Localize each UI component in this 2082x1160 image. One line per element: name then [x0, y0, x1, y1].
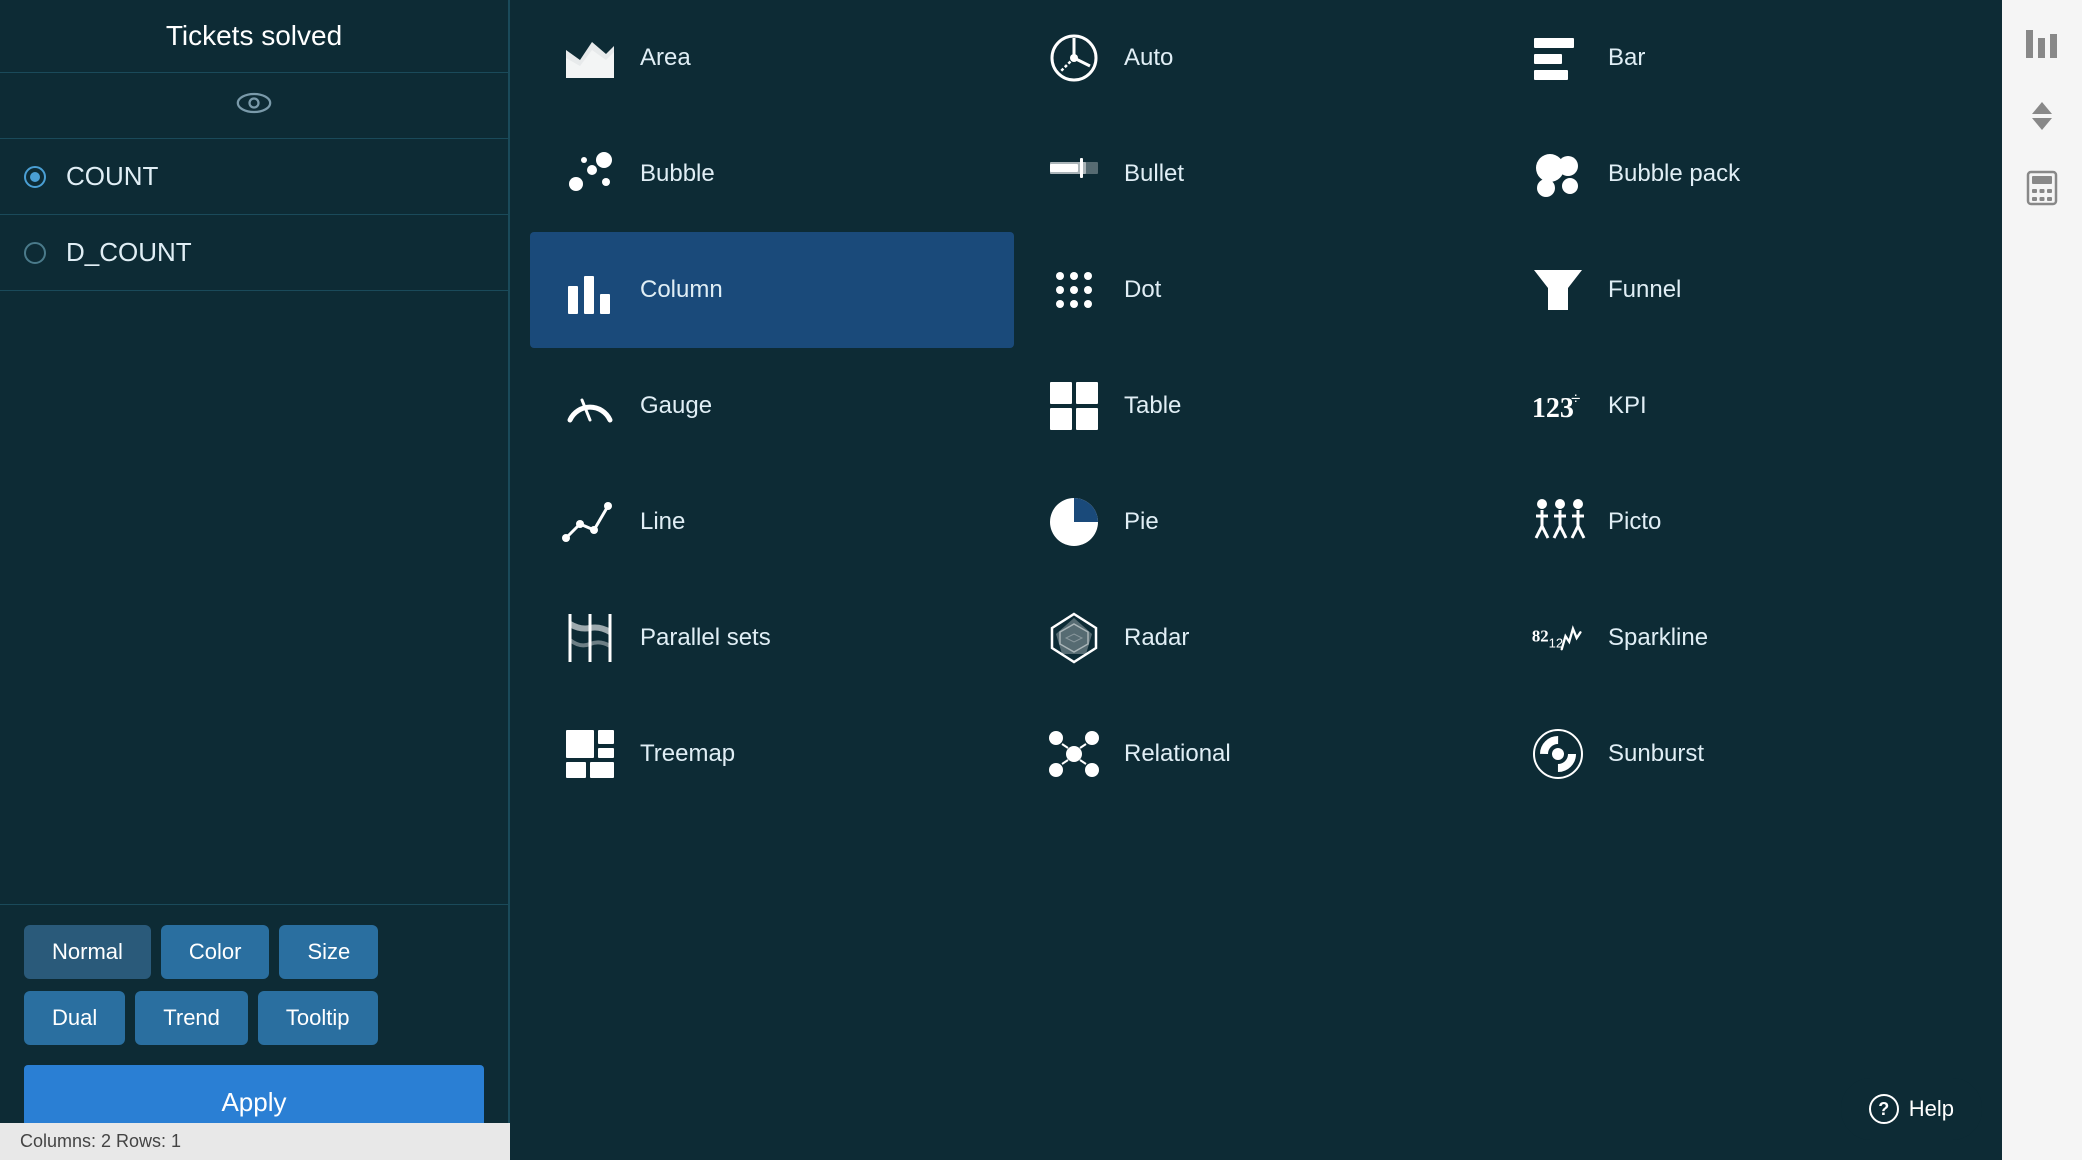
panel-title: Tickets solved	[0, 0, 508, 73]
bubble-label: Bubble	[640, 160, 715, 188]
funnel-label: Funnel	[1608, 276, 1681, 304]
svg-text:123: 123	[1532, 393, 1574, 424]
chart-type-relational[interactable]: Relational	[1014, 696, 1498, 812]
kpi-icon: 123÷	[1528, 376, 1588, 436]
chart-type-gauge[interactable]: Gauge	[530, 348, 1014, 464]
bar-chart-icon[interactable]	[2018, 20, 2066, 68]
trend-button[interactable]: Trend	[135, 991, 248, 1045]
parallel-sets-icon	[560, 608, 620, 668]
gauge-icon	[560, 376, 620, 436]
funnel-icon	[1528, 260, 1588, 320]
dot-icon	[1044, 260, 1104, 320]
help-label: Help	[1909, 1096, 1954, 1122]
metric-dcount-label: D_COUNT	[66, 237, 192, 268]
chart-type-sparkline[interactable]: 8212 Sparkline	[1498, 580, 1982, 696]
chart-type-funnel[interactable]: Funnel	[1498, 232, 1982, 348]
color-button[interactable]: Color	[161, 925, 270, 979]
pie-icon	[1044, 492, 1104, 552]
radar-label: Radar	[1124, 624, 1189, 652]
kpi-label: KPI	[1608, 392, 1647, 420]
chart-type-bubble-pack[interactable]: Bubble pack	[1498, 116, 1982, 232]
chart-type-line[interactable]: Line	[530, 464, 1014, 580]
svg-text:÷: ÷	[1571, 389, 1580, 408]
status-text: Columns: 2 Rows: 1	[20, 1131, 181, 1151]
column-label: Column	[640, 276, 723, 304]
sparkline-label: Sparkline	[1608, 624, 1708, 652]
bar-icon	[1528, 28, 1588, 88]
right-panel	[2002, 0, 2082, 1160]
sparkline-icon: 8212	[1528, 608, 1588, 668]
relational-label: Relational	[1124, 740, 1231, 768]
metric-dcount-row[interactable]: D_COUNT	[0, 215, 508, 291]
bubble-icon	[560, 144, 620, 204]
calculator-icon[interactable]	[2018, 164, 2066, 212]
buttons-row-1: Normal Color Size	[24, 925, 484, 979]
bar-label: Bar	[1608, 44, 1645, 72]
chart-grid: Area Auto Bar Bubble Bullet Bubble pack Column…	[530, 0, 1982, 812]
dual-button[interactable]: Dual	[24, 991, 125, 1045]
chart-type-table[interactable]: Table	[1014, 348, 1498, 464]
metric-count-row[interactable]: COUNT	[0, 139, 508, 215]
sunburst-label: Sunburst	[1608, 740, 1704, 768]
chart-type-auto[interactable]: Auto	[1014, 0, 1498, 116]
pie-label: Pie	[1124, 508, 1159, 536]
metric-dcount-radio	[24, 242, 46, 264]
eye-icon	[236, 91, 272, 120]
sunburst-icon	[1528, 724, 1588, 784]
chart-type-column[interactable]: Column	[530, 232, 1014, 348]
treemap-icon	[560, 724, 620, 784]
chart-type-bullet[interactable]: Bullet	[1014, 116, 1498, 232]
chart-type-bubble[interactable]: Bubble	[530, 116, 1014, 232]
bubble-pack-icon	[1528, 144, 1588, 204]
left-panel: Tickets solved COUNT D_COUNT Normal Colo…	[0, 0, 510, 1160]
bullet-label: Bullet	[1124, 160, 1184, 188]
buttons-row-2: Dual Trend Tooltip	[24, 991, 484, 1045]
tooltip-button[interactable]: Tooltip	[258, 991, 378, 1045]
eye-row	[0, 73, 508, 139]
chart-type-dot[interactable]: Dot	[1014, 232, 1498, 348]
help-button[interactable]: ? Help	[1841, 1078, 1982, 1140]
chart-type-radar[interactable]: Radar	[1014, 580, 1498, 696]
metric-count-radio	[24, 166, 46, 188]
chart-type-parallel-sets[interactable]: Parallel sets	[530, 580, 1014, 696]
parallel-sets-label: Parallel sets	[640, 624, 771, 652]
chart-type-picto[interactable]: Picto	[1498, 464, 1982, 580]
chart-type-kpi[interactable]: 123÷ KPI	[1498, 348, 1982, 464]
treemap-label: Treemap	[640, 740, 735, 768]
chart-type-pie[interactable]: Pie	[1014, 464, 1498, 580]
chart-type-panel: Area Auto Bar Bubble Bullet Bubble pack Column…	[510, 0, 2002, 1160]
area-icon	[560, 28, 620, 88]
table-icon	[1044, 376, 1104, 436]
relational-icon	[1044, 724, 1104, 784]
auto-label: Auto	[1124, 44, 1173, 72]
svg-text:82: 82	[1532, 627, 1549, 646]
bubble-pack-label: Bubble pack	[1608, 160, 1740, 188]
chart-type-treemap[interactable]: Treemap	[530, 696, 1014, 812]
chart-type-area[interactable]: Area	[530, 0, 1014, 116]
line-label: Line	[640, 508, 685, 536]
normal-button[interactable]: Normal	[24, 925, 151, 979]
auto-icon	[1044, 28, 1104, 88]
bottom-buttons-area: Normal Color Size Dual Trend Tooltip App…	[0, 904, 508, 1160]
chart-type-bar[interactable]: Bar	[1498, 0, 1982, 116]
sort-icon[interactable]	[2018, 92, 2066, 140]
line-icon	[560, 492, 620, 552]
column-icon	[560, 260, 620, 320]
status-bar: Columns: 2 Rows: 1	[0, 1123, 510, 1160]
picto-icon	[1528, 492, 1588, 552]
picto-label: Picto	[1608, 508, 1661, 536]
help-circle-icon: ?	[1869, 1094, 1899, 1124]
table-label: Table	[1124, 392, 1181, 420]
radar-icon	[1044, 608, 1104, 668]
size-button[interactable]: Size	[279, 925, 378, 979]
chart-type-sunburst[interactable]: Sunburst	[1498, 696, 1982, 812]
gauge-label: Gauge	[640, 392, 712, 420]
metric-count-label: COUNT	[66, 161, 158, 192]
bullet-icon	[1044, 144, 1104, 204]
area-label: Area	[640, 44, 691, 72]
dot-label: Dot	[1124, 276, 1161, 304]
